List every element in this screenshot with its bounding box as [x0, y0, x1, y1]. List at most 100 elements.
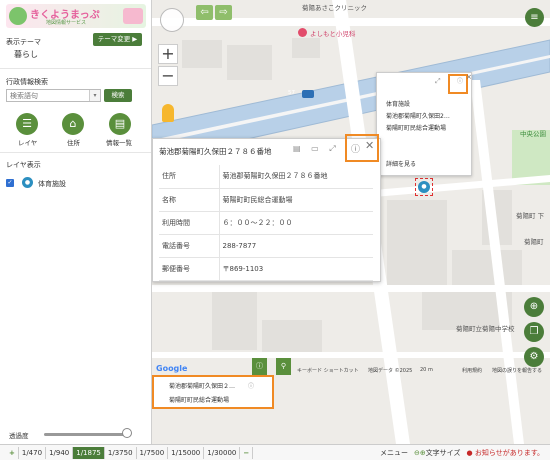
settings-button[interactable]: ⚙	[524, 347, 544, 367]
compass-control[interactable]	[160, 8, 184, 32]
layer-nav-button[interactable]: ☰	[16, 113, 38, 135]
route-number: 57	[288, 90, 295, 96]
search-button[interactable]: 検索	[104, 89, 132, 102]
expand-icon[interactable]: ⤢	[435, 77, 441, 86]
alert-icon: ●	[466, 449, 473, 457]
map-view[interactable]: 57 菊陽あさこクリニック よしもと小児科 中央公園 菊陽町 下 菊陽町立菊陽中…	[152, 0, 550, 444]
row-key: 利用時間	[159, 211, 220, 235]
table-row: 電話番号 288-7877	[159, 234, 373, 258]
forward-arrow-icon[interactable]: ⇨	[215, 5, 232, 20]
row-value: 菊池郡菊陽町久保田２７８６番地	[219, 165, 373, 189]
facility-detail-popup: 菊池郡菊陽町久保田２７８６番地 ▤ ▭ ⤢ ⓘ ✕ 住所 菊池郡菊陽町久保田２７８…	[152, 134, 381, 282]
scale-option[interactable]: 1/15000	[168, 447, 205, 459]
street-view-pegman-icon[interactable]	[162, 104, 174, 122]
hamburger-icon: ≡	[530, 12, 539, 23]
popup-toolbar: ▤ ▭ ⤢	[293, 144, 336, 154]
table-row: 利用時間 ６：００〜２２：００	[159, 211, 373, 235]
scale-option[interactable]: 1/3750	[105, 447, 137, 459]
locate-button[interactable]: ⊕	[524, 297, 544, 317]
layers-button[interactable]: ❐	[524, 322, 544, 342]
popup-small-name: 菊陽町町民総合運動場	[386, 125, 447, 132]
town-label: 菊陽町 下	[516, 212, 545, 220]
plus-minus-icon: ⊖⊕	[413, 449, 426, 457]
menu-button[interactable]: ≡	[525, 8, 544, 27]
opacity-slider[interactable]	[44, 433, 128, 436]
close-icon[interactable]: ×	[466, 73, 472, 81]
theme-change-button[interactable]: テーマ変更 ▶	[93, 33, 142, 46]
search-label: 行政情報検索	[6, 78, 48, 86]
status-right: メニュー ⊖⊕文字サイズ ● お知らせがあります。	[380, 447, 544, 459]
info-icon[interactable]: ⓘ	[248, 381, 254, 390]
details-link[interactable]: 詳細を見る	[386, 159, 416, 168]
scale-option-active[interactable]: 1/1875	[73, 447, 105, 459]
divider	[0, 68, 151, 69]
map-scale: 20 m	[420, 367, 433, 373]
app-logo[interactable]: きくようまっぷ 地図情報サービス	[6, 4, 146, 28]
zoom-in-scale-icon[interactable]: +	[6, 447, 19, 459]
map-data-attribution: 地図データ ©2025	[368, 368, 413, 374]
zoom-in-button[interactable]: +	[158, 44, 178, 64]
facility-popup-small: ⤢ ⓘ × 体育施設 菊池郡菊陽町久保田2… 菊陽町町民総合運動場 詳細を見る	[376, 72, 472, 176]
theme-value: 暮らし	[14, 50, 38, 59]
info-list-nav-button[interactable]: ▤	[109, 113, 131, 135]
zoom-out-scale-icon[interactable]: −	[240, 447, 254, 459]
close-icon[interactable]: ✕	[365, 139, 374, 152]
layer-checkbox[interactable]: ✓	[6, 179, 14, 187]
popup-small-address: 菊池郡菊陽町久保田2…	[386, 113, 450, 120]
info-tab-icon[interactable]: ⓘ	[252, 358, 267, 375]
notice-text: お知らせがあります。	[474, 449, 544, 457]
sidebar: きくようまっぷ 地図情報サービス 表示テーマ 暮らし テーマ変更 ▶ 行政情報検…	[0, 0, 152, 460]
chevron-down-icon[interactable]: ▾	[89, 90, 100, 101]
facility-attribute-table: 住所 菊池郡菊陽町久保田２７８６番地 名称 菊陽町町民総合運動場 利用時間 ６：００〜…	[159, 165, 373, 281]
menu-link[interactable]: メニュー	[380, 447, 408, 459]
back-arrow-icon[interactable]: ⇦	[196, 5, 213, 20]
search-input[interactable]	[6, 89, 101, 102]
info-icon[interactable]: ⓘ	[351, 142, 360, 155]
scale-option[interactable]: 1/940	[46, 447, 74, 459]
scale-option[interactable]: 1/470	[19, 447, 47, 459]
logo-subtext: 地図情報サービス	[46, 20, 87, 26]
logo-illustration-icon	[123, 8, 143, 24]
clinic-pin-icon[interactable]	[298, 28, 307, 37]
row-value: 〒869-1103	[219, 257, 373, 281]
row-key: 名称	[159, 188, 220, 212]
opacity-label: 透過度	[9, 432, 29, 440]
zoom-out-button[interactable]: −	[158, 66, 178, 86]
row-value: 菊陽町町民総合運動場	[219, 188, 373, 212]
layer-item-label: 体育施設	[38, 180, 66, 188]
google-logo: Google	[156, 364, 188, 373]
scale-selector: + 1/470 1/940 1/1875 1/3750 1/7500 1/150…	[6, 447, 254, 459]
gear-icon: ⚙	[529, 351, 539, 362]
park-label: 中央公園	[520, 130, 546, 138]
scale-option[interactable]: 1/7500	[137, 447, 169, 459]
home-icon: ⌂	[69, 117, 77, 130]
keyboard-shortcuts-link[interactable]: キーボード ショートカット	[297, 367, 359, 374]
clinic-label: 菊陽あさこクリニック	[302, 4, 367, 12]
popup-small-category: 体育施設	[386, 101, 411, 108]
clinic2-label: よしもと小児科	[310, 30, 356, 38]
pin-tab-icon[interactable]: ⚲	[276, 358, 291, 375]
opacity-slider-handle[interactable]	[122, 428, 132, 438]
print-icon[interactable]: ▤	[293, 144, 301, 153]
row-key: 住所	[159, 165, 220, 189]
notice-link[interactable]: ● お知らせがあります。	[466, 447, 544, 459]
table-icon: ▤	[114, 117, 126, 130]
place-label: 菊陽町	[524, 238, 544, 246]
theme-label: 表示テーマ	[6, 38, 41, 46]
expand-icon[interactable]: ⤢	[329, 144, 335, 153]
report-error-link[interactable]: 地図の誤りを報告する	[492, 367, 542, 374]
table-row: 郵便番号 〒869-1103	[159, 257, 373, 281]
table-icon[interactable]: ▭	[311, 144, 319, 153]
list-icon: ☰	[22, 117, 32, 130]
text-size-label: 文字サイズ	[425, 449, 461, 457]
info-highlight[interactable]: ⓘ ✕	[345, 134, 379, 162]
text-size-control[interactable]: ⊖⊕文字サイズ	[414, 447, 461, 459]
row-value: ６：００〜２２：００	[219, 211, 373, 235]
info-icon[interactable]: ⓘ	[457, 76, 463, 85]
layer-display-title: レイヤ表示	[6, 161, 41, 169]
sports-facility-marker-icon[interactable]: ●	[418, 181, 430, 193]
facility-popup-bottom[interactable]: 菊池郡菊陽町久保田２… ⓘ 菊陽町町民総合運動場	[152, 375, 274, 409]
terms-link[interactable]: 利用規約	[462, 367, 482, 374]
scale-option[interactable]: 1/30000	[204, 447, 241, 459]
address-nav-button[interactable]: ⌂	[62, 113, 84, 135]
